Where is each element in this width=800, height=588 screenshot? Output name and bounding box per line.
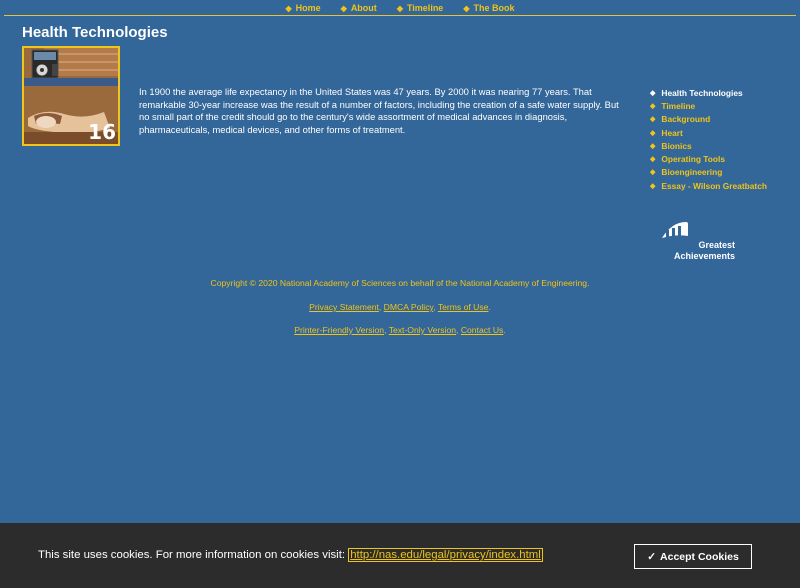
diamond-bullet-icon: ◆ xyxy=(650,142,656,150)
cookie-message-text: This site uses cookies. For more informa… xyxy=(38,549,346,561)
diamond-bullet-icon: ◆ xyxy=(650,156,656,164)
diamond-bullet-icon: ◆ xyxy=(650,116,656,124)
sidebar-item-label: Essay - Wilson Greatbatch xyxy=(661,180,767,191)
text-only-link[interactable]: Text-Only Version xyxy=(389,325,456,335)
intro-paragraph: In 1900 the average life expectancy in t… xyxy=(139,86,619,135)
sidebar-item-bioengineering[interactable]: ◆ Bioengineering xyxy=(650,166,767,179)
dmca-policy-link[interactable]: DMCA Policy xyxy=(384,302,434,312)
sidebar-item-background[interactable]: ◆ Background xyxy=(650,113,767,126)
hero-number: 16 xyxy=(88,120,116,144)
sidebar-item-heart[interactable]: ◆ Heart xyxy=(650,126,767,139)
nav-the-book[interactable]: ◆ The Book xyxy=(463,2,514,15)
nav-timeline[interactable]: ◆ Timeline xyxy=(397,2,444,15)
sidebar-item-operating-tools[interactable]: ◆ Operating Tools xyxy=(650,152,767,165)
sidebar-item-label: Bionics xyxy=(661,140,692,151)
accept-cookies-button[interactable]: ✓ Accept Cookies xyxy=(634,544,752,569)
diamond-bullet-icon: ◆ xyxy=(340,4,347,13)
sidebar-item-essay[interactable]: ◆ Essay - Wilson Greatbatch xyxy=(650,179,767,192)
nav-timeline-label: Timeline xyxy=(406,3,444,13)
logo-text: Greatest Achievements xyxy=(663,240,735,262)
sidebar-item-bionics[interactable]: ◆ Bionics xyxy=(650,139,767,152)
accept-cookies-label: Accept Cookies xyxy=(660,550,739,563)
nav-about-label: About xyxy=(350,3,377,13)
nav-about[interactable]: ◆ About xyxy=(341,2,377,15)
diamond-bullet-icon: ◆ xyxy=(396,4,403,13)
page-title: Health Technologies xyxy=(22,24,168,41)
sidebar-item-label: Background xyxy=(661,114,711,125)
diamond-bullet-icon: ◆ xyxy=(650,129,656,137)
copyright-line: Copyright © 2020 National Academy of Sci… xyxy=(210,278,590,288)
nav-home-label: Home xyxy=(295,3,321,13)
nav-home[interactable]: ◆ Home xyxy=(285,2,320,15)
sidebar-item-label: Operating Tools xyxy=(661,154,725,165)
sidebar-item-health-technologies[interactable]: ◆ Health Technologies xyxy=(650,86,767,99)
diamond-bullet-icon: ◆ xyxy=(650,169,656,177)
nav-the-book-label: The Book xyxy=(473,3,515,13)
contact-us-link[interactable]: Contact Us xyxy=(461,325,504,335)
logo-line-2: Achievements xyxy=(673,251,735,261)
privacy-statement-link[interactable]: Privacy Statement xyxy=(309,302,379,312)
legal-links: Privacy Statement, DMCA Policy, Terms of… xyxy=(309,302,491,312)
utility-links: Printer-Friendly Version, Text-Only Vers… xyxy=(294,325,506,335)
printer-friendly-link[interactable]: Printer-Friendly Version xyxy=(294,325,384,335)
sidebar-item-label: Timeline xyxy=(661,100,696,111)
sidebar-item-timeline[interactable]: ◆ Timeline xyxy=(650,99,767,112)
sidebar-item-label: Health Technologies xyxy=(661,87,743,98)
cookie-message: This site uses cookies. For more informa… xyxy=(38,548,543,562)
top-navigation: ◆ Home ◆ About ◆ Timeline ◆ The Book xyxy=(4,2,796,16)
diamond-bullet-icon: ◆ xyxy=(650,89,656,97)
logo-line-1: Greatest xyxy=(698,240,735,250)
sidebar-item-label: Heart xyxy=(661,127,683,138)
diamond-bullet-icon: ◆ xyxy=(650,182,656,190)
diamond-bullet-icon: ◆ xyxy=(285,4,292,13)
checkmark-icon: ✓ xyxy=(647,550,657,563)
section-navigation: ◆ Health Technologies ◆ Timeline ◆ Backgrou… xyxy=(650,86,767,192)
diamond-bullet-icon: ◆ xyxy=(463,4,470,13)
sidebar-item-label: Bioengineering xyxy=(661,167,723,178)
cookie-privacy-link[interactable]: http://nas.edu/legal/privacy/index.html xyxy=(348,548,543,562)
terms-of-use-link[interactable]: Terms of Use xyxy=(438,302,489,312)
hero-image: 16 xyxy=(22,46,120,146)
diamond-bullet-icon: ◆ xyxy=(650,102,656,110)
